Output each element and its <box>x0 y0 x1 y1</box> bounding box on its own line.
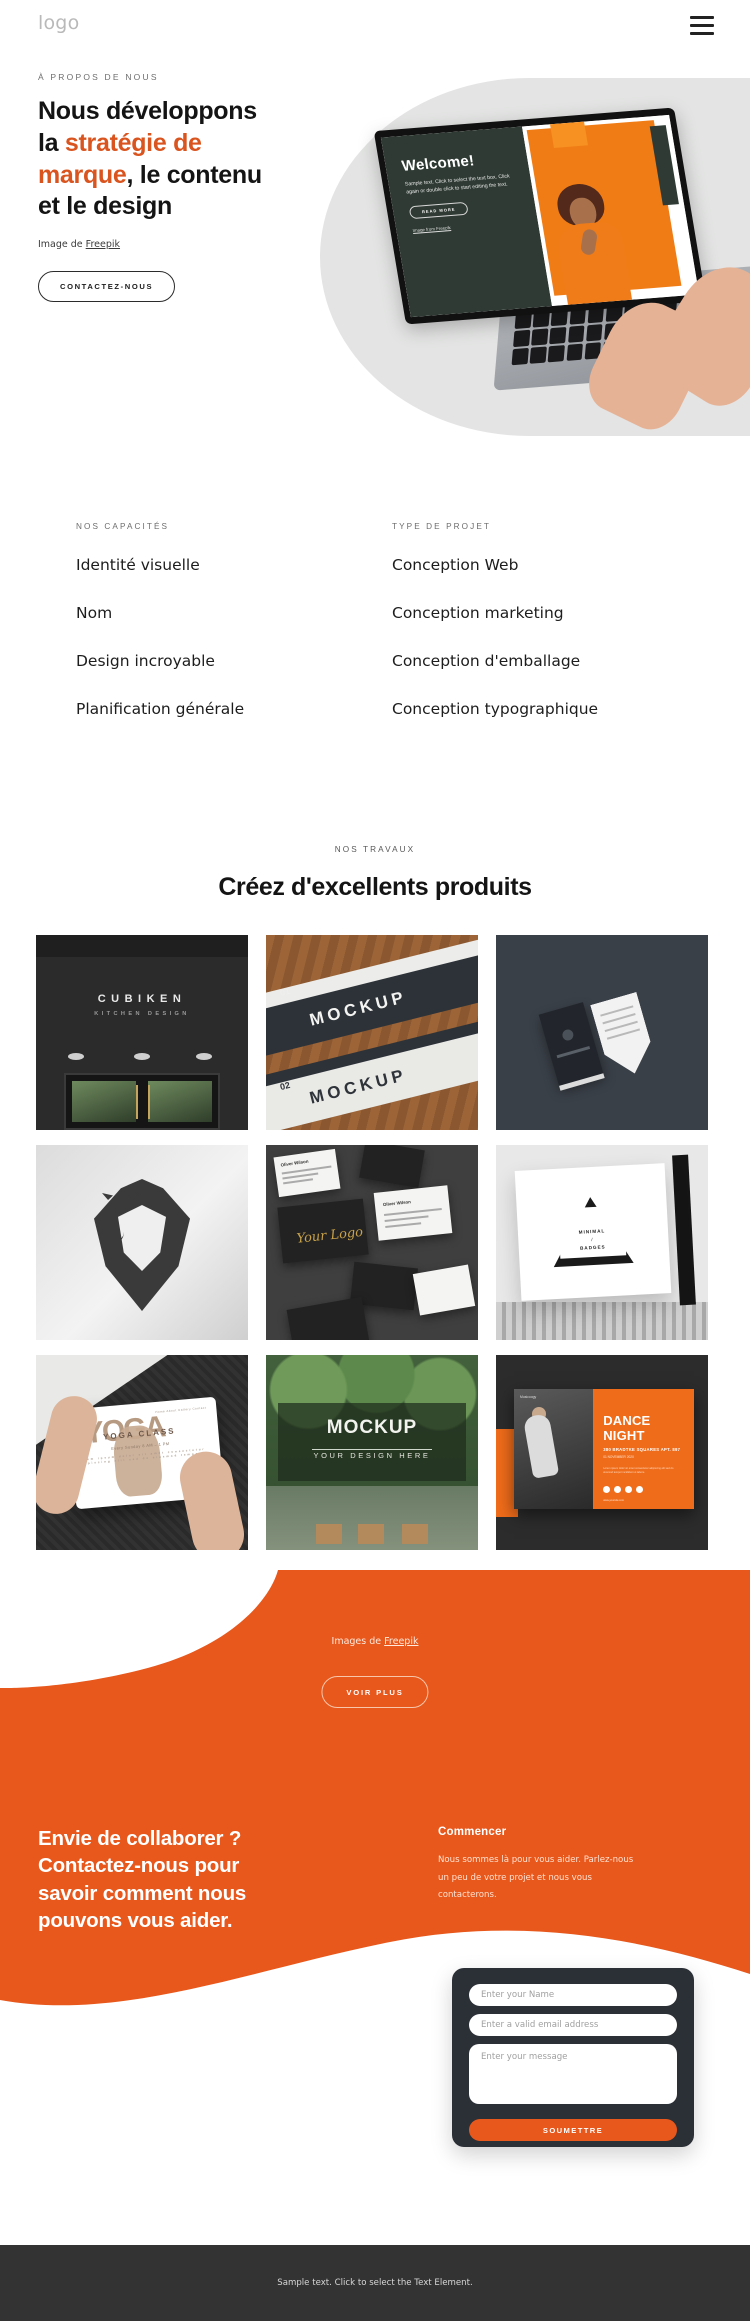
portfolio-item-cubiken[interactable]: CUBIKEN KITCHEN DESIGN <box>36 935 248 1130</box>
hamburger-bar <box>690 32 714 35</box>
capabilities-column: NOS CAPACITÉS Identité visuelle Nom Desi… <box>76 522 244 718</box>
cta-heading: Envie de collaborer ? Contactez-nous pou… <box>38 1827 247 1932</box>
freepik-link[interactable]: Freepik <box>384 1636 418 1647</box>
portfolio-grid: CUBIKEN KITCHEN DESIGN MOCKUP MOCKUP 01 … <box>36 935 714 1550</box>
laptop-illustration: Welcome! Sample text. Click to select th… <box>370 107 750 436</box>
footer-text[interactable]: Sample text. Click to select the Text El… <box>277 2278 472 2288</box>
list-item[interactable]: Identité visuelle <box>76 556 244 574</box>
freepik-link[interactable]: Freepik <box>86 239 120 250</box>
portfolio-item-card-mockup[interactable]: MOCKUP MOCKUP 01 02 <box>266 935 478 1130</box>
list-item[interactable]: Planification générale <box>76 700 244 718</box>
hamburger-bar <box>690 16 714 19</box>
site-header: logo <box>0 0 750 58</box>
portfolio-item-storefront-mockup[interactable]: MOCKUP YOUR DESIGN HERE <box>266 1355 478 1550</box>
hero-section: Welcome! Sample text. Click to select th… <box>0 58 750 446</box>
laptop-photo: Welcome! Sample text. Click to select th… <box>320 78 750 436</box>
contact-form: SOUMETTRE <box>452 1968 694 2147</box>
form-title: Commencer <box>438 1826 507 1838</box>
portfolio-item-your-logo-cards[interactable]: Oliver Wilson Oliver Wilson Your Logo <box>266 1145 478 1340</box>
portfolio-item-dance-night[interactable]: Musicoogy DANCE NIGHT 380 BRADTKE SQUARE… <box>496 1355 708 1550</box>
portfolio-item-yoga-class[interactable]: Home About Gallery Contact YOGA YOGA CLA… <box>36 1355 248 1550</box>
site-footer: Sample text. Click to select the Text El… <box>0 2245 750 2321</box>
project-types-column: TYPE DE PROJET Conception Web Conception… <box>392 522 598 718</box>
name-field[interactable] <box>469 1984 677 2006</box>
list-item[interactable]: Nom <box>76 604 244 622</box>
submit-button[interactable]: SOUMETTRE <box>469 2119 677 2141</box>
list-item[interactable]: Conception Web <box>392 556 598 574</box>
works-eyebrow: NOS TRAVAUX <box>334 845 416 854</box>
see-more-button[interactable]: VOIR PLUS <box>321 1676 429 1708</box>
logo[interactable]: logo <box>38 12 79 34</box>
portfolio-item-lion-logo[interactable] <box>36 1145 248 1340</box>
dance-night-title: DANCE NIGHT <box>603 1413 651 1443</box>
portfolio-item-minimal-badges[interactable]: MINIMAL / BADGES <box>496 1145 708 1340</box>
cubiken-sign: CUBIKEN KITCHEN DESIGN <box>94 993 190 1017</box>
hero-image-credit: Image de Freepik <box>38 239 268 250</box>
screen-welcome-title: Welcome! <box>400 152 476 175</box>
screen-sample-text: Sample text. Click to select the text bo… <box>404 173 511 196</box>
list-item[interactable]: Conception marketing <box>392 604 598 622</box>
works-image-credit: Images de Freepik <box>331 1636 419 1647</box>
hero-text-block: À PROPOS DE NOUS Nous développons la str… <box>38 72 268 302</box>
list-item[interactable]: Conception d'emballage <box>392 652 598 670</box>
email-field[interactable] <box>469 2014 677 2036</box>
cta-text-block: Envie de collaborer ? Contactez-nous pou… <box>38 1825 294 1934</box>
cta-form-intro: Commencer Nous sommes là pour vous aider… <box>438 1826 638 1905</box>
laptop-screen: Welcome! Sample text. Click to select th… <box>373 107 707 325</box>
hero-eyebrow: À PROPOS DE NOUS <box>38 72 159 82</box>
project-types-title: TYPE DE PROJET <box>392 522 492 531</box>
message-field[interactable] <box>469 2044 677 2104</box>
screen-read-more-button: READ MORE <box>408 201 469 220</box>
screen-credit: Image from Freepik <box>412 225 452 234</box>
credit-prefix: Image de <box>38 239 86 250</box>
list-item[interactable]: Conception typographique <box>392 700 598 718</box>
hamburger-bar <box>690 24 714 27</box>
form-description: Nous sommes là pour vous aider. Parlez-n… <box>438 1855 634 1901</box>
hero-image: Welcome! Sample text. Click to select th… <box>320 78 750 436</box>
capabilities-title: NOS CAPACITÉS <box>76 522 170 531</box>
minimal-badges-label: MINIMAL / BADGES <box>578 1228 606 1251</box>
your-logo-text: Your Logo <box>295 1224 364 1247</box>
hamburger-icon[interactable] <box>690 16 714 35</box>
list-item[interactable]: Design incroyable <box>76 652 244 670</box>
portfolio-item-dark-cards[interactable] <box>496 935 708 1130</box>
works-heading: Créez d'excellents produits <box>218 873 532 901</box>
page-title: Nous développons la stratégie de marque,… <box>38 96 268 223</box>
contact-us-button[interactable]: CONTACTEZ-NOUS <box>38 271 176 302</box>
page-root: logo Welcome! Sample text. Click to sele… <box>0 0 750 2321</box>
